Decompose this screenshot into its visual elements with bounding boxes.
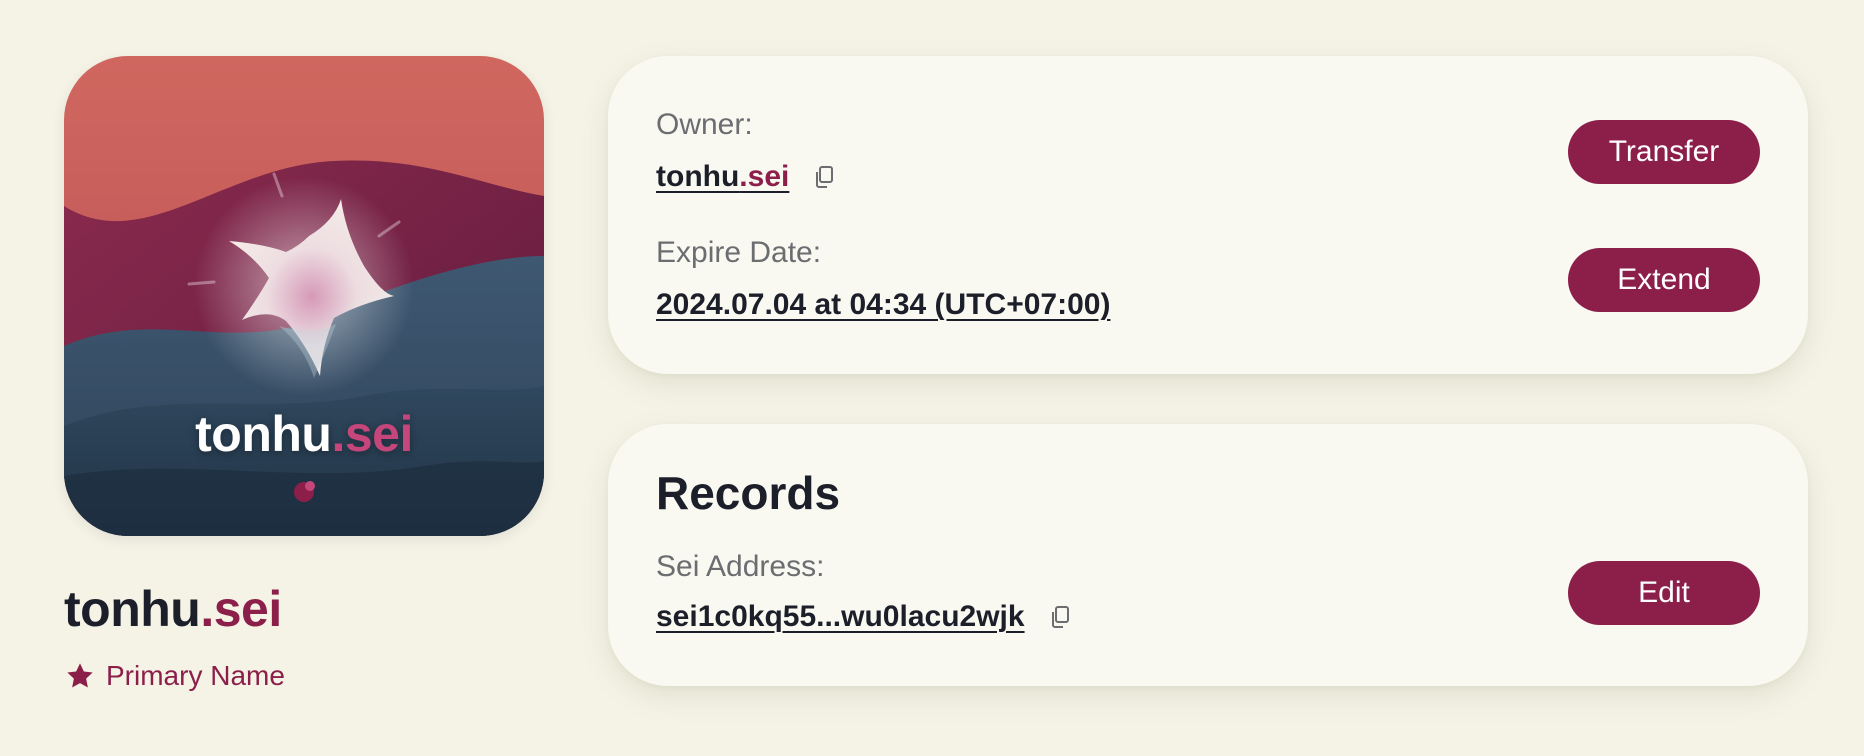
primary-name-label: Primary Name [106, 660, 285, 691]
owner-value: tonhu.sei [656, 160, 835, 194]
transfer-button[interactable]: Transfer [1568, 120, 1760, 184]
expire-date-label: Expire Date: [656, 236, 822, 269]
star-icon [67, 663, 93, 688]
nft-artwork [64, 56, 544, 536]
expire-date-value[interactable]: 2024.07.04 at 04:34 (UTC+07:00) [656, 288, 1110, 322]
owner-link[interactable]: tonhu.sei [656, 160, 789, 194]
copy-icon[interactable] [813, 165, 835, 189]
sei-address-link[interactable]: sei1c0kq55...wu0lacu2wjk [656, 600, 1025, 634]
extend-button[interactable]: Extend [1568, 248, 1760, 312]
domain-name-title: tonhu.sei [64, 581, 282, 637]
nft-domain-label: tonhu.sei [195, 406, 413, 462]
records-heading: Records [656, 467, 841, 519]
copy-icon[interactable] [1049, 605, 1071, 629]
owner-card: Owner: tonhu.sei Expire Date: 2024.07.04… [608, 56, 1808, 374]
edit-button[interactable]: Edit [1568, 561, 1760, 625]
sei-address-label: Sei Address: [656, 550, 825, 583]
owner-label: Owner: [656, 108, 753, 141]
domain-nft-image: tonhu.sei [64, 56, 544, 536]
records-card: Records Sei Address: sei1c0kq55...wu0lac… [608, 424, 1808, 686]
primary-name-badge: Primary Name [64, 658, 285, 694]
sei-address-value: sei1c0kq55...wu0lacu2wjk [656, 600, 1071, 634]
